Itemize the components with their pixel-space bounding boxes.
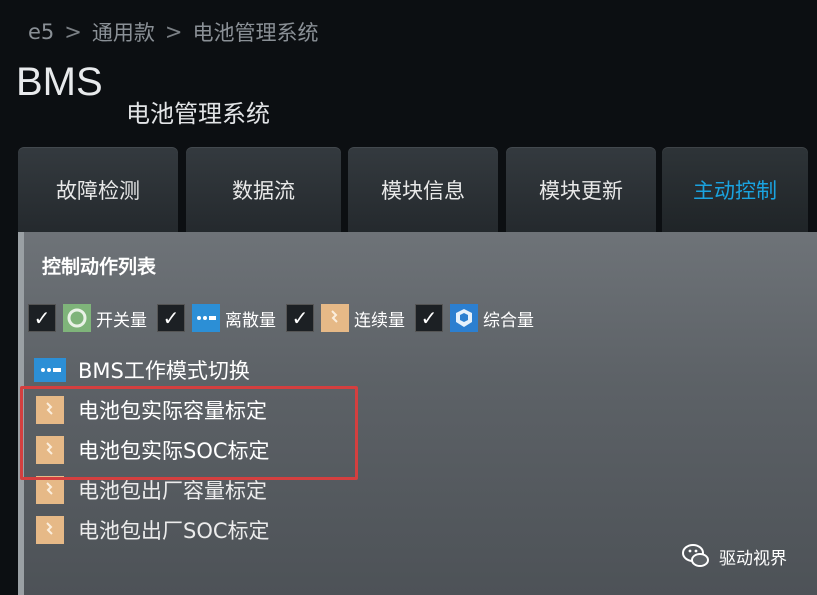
breadcrumb-level2: 电池管理系统 xyxy=(192,21,319,45)
filter-label: 开关量 xyxy=(96,310,147,331)
discrete-icon xyxy=(34,355,66,385)
tab-module-info[interactable]: 模块信息 xyxy=(348,147,498,233)
tab-active-control[interactable]: 主动控制 xyxy=(662,147,808,233)
filter-continuous[interactable]: ✓ 连续量 xyxy=(286,303,405,333)
filter-checkbox[interactable]: ✓ xyxy=(415,304,443,332)
breadcrumb-root[interactable]: e5 xyxy=(28,20,54,44)
action-item-factory-soc[interactable]: 电池包出厂SOC标定 xyxy=(34,510,794,550)
wechat-icon xyxy=(681,541,711,571)
filter-bar: ✓ 开关量 ✓ 离散量 ✓ 连续量 ✓ 综合量 xyxy=(28,298,544,338)
action-label: BMS工作模式切换 xyxy=(78,359,250,383)
tab-data-stream[interactable]: 数据流 xyxy=(186,147,341,233)
filter-switch[interactable]: ✓ 开关量 xyxy=(28,303,147,333)
watermark: 驱动视界 xyxy=(681,541,787,571)
filter-checkbox[interactable]: ✓ xyxy=(28,304,56,332)
filter-label: 连续量 xyxy=(354,310,405,331)
filter-label: 离散量 xyxy=(225,310,276,331)
tab-fault-detection[interactable]: 故障检测 xyxy=(18,147,178,233)
tab-module-update[interactable]: 模块更新 xyxy=(506,147,656,233)
breadcrumb: e5 > 通用款 > 电池管理系统 xyxy=(28,14,319,50)
filter-discrete[interactable]: ✓ 离散量 xyxy=(157,303,276,333)
panel-title: 控制动作列表 xyxy=(42,256,157,278)
composite-icon xyxy=(449,303,479,333)
action-item-bms-mode[interactable]: BMS工作模式切换 xyxy=(34,350,794,390)
continuous-icon xyxy=(34,515,66,545)
switch-icon xyxy=(62,303,92,333)
filter-checkbox[interactable]: ✓ xyxy=(157,304,185,332)
filter-label: 综合量 xyxy=(483,310,534,331)
watermark-text: 驱动视界 xyxy=(719,548,787,569)
continuous-icon xyxy=(320,303,350,333)
breadcrumb-separator: > xyxy=(164,20,183,44)
tab-bar: 故障检测 数据流 模块信息 模块更新 主动控制 xyxy=(18,147,817,237)
filter-checkbox[interactable]: ✓ xyxy=(286,304,314,332)
app-subtitle: 电池管理系统 xyxy=(126,100,270,128)
app-title: BMS xyxy=(16,60,103,104)
action-label: 电池包出厂SOC标定 xyxy=(78,519,270,543)
breadcrumb-level1[interactable]: 通用款 xyxy=(92,17,155,47)
highlight-box xyxy=(20,386,358,480)
discrete-icon xyxy=(191,303,221,333)
filter-composite[interactable]: ✓ 综合量 xyxy=(415,303,534,333)
breadcrumb-separator: > xyxy=(64,20,82,44)
